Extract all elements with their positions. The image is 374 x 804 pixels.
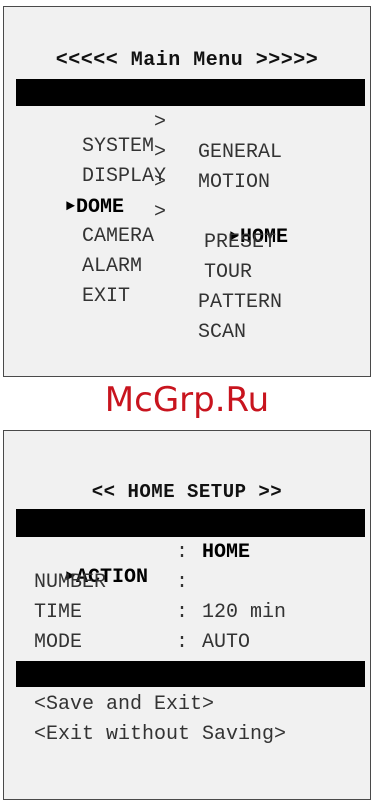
submenu-item-preset[interactable]: PRESET [204, 231, 276, 255]
home-setup-title: << HOME SETUP >> [91, 481, 283, 503]
watermark-text: McGrp.Ru [104, 380, 270, 420]
chevron-right-icon: > [154, 111, 167, 134]
field-separator: : [176, 601, 189, 624]
submenu-item-tour[interactable]: TOUR [204, 261, 252, 285]
field-mode-label[interactable]: MODE [34, 631, 82, 655]
save-and-exit-button[interactable]: <Save and Exit> [34, 693, 214, 717]
exit-without-saving-button[interactable]: <Exit without Saving> [34, 723, 286, 747]
field-separator: : [176, 541, 189, 564]
field-time-value[interactable]: 120 min [202, 601, 286, 625]
home-setup-divider-bar [16, 661, 365, 687]
main-menu-title: <<<<< Main Menu >>>>> [55, 49, 319, 72]
home-setup-screen: << HOME SETUP >> ►ACTION : HOME NUMBER :… [3, 430, 371, 800]
chevron-right-icon: > [154, 201, 167, 224]
field-time-label[interactable]: TIME [34, 601, 82, 625]
main-menu-screen: <<<<< Main Menu >>>>> SYSTEM > DISPLAY >… [3, 6, 371, 377]
field-action-value[interactable]: HOME [202, 541, 250, 565]
field-separator: : [176, 631, 189, 654]
submenu-item-scan[interactable]: SCAN [198, 321, 246, 345]
main-menu-header-bar [16, 79, 365, 106]
chevron-right-icon: > [154, 171, 167, 194]
menu-item-exit[interactable]: EXIT [34, 261, 130, 333]
submenu-item-general[interactable]: GENERAL [198, 141, 282, 165]
chevron-right-icon: > [154, 141, 167, 164]
menu-item-label: EXIT [82, 285, 131, 308]
field-number-label[interactable]: NUMBER [34, 571, 106, 595]
field-separator: : [176, 571, 189, 594]
field-mode-value[interactable]: AUTO [202, 631, 250, 655]
submenu-item-motion[interactable]: MOTION [198, 171, 270, 195]
submenu-item-pattern[interactable]: PATTERN [198, 291, 282, 315]
home-setup-header-bar [16, 509, 365, 537]
